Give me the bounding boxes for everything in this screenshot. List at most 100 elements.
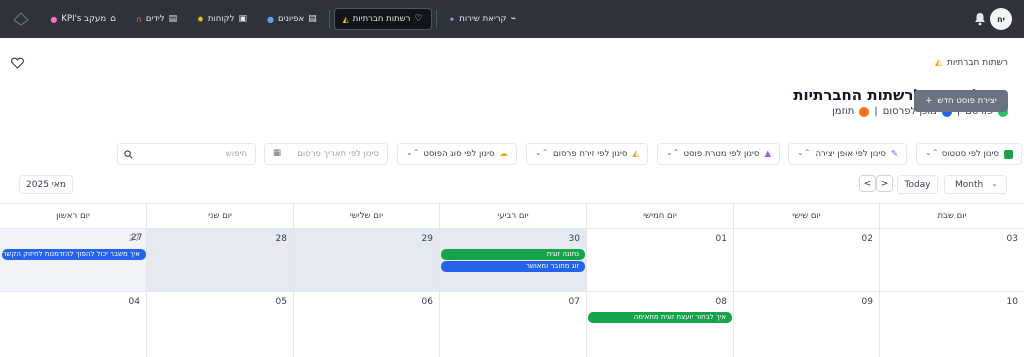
filter-creation-label: סינון לפי אופן יצירה [815, 149, 886, 159]
day-number: 28 [275, 234, 287, 244]
nav-item-label: קריאת שירות [459, 14, 507, 24]
day-cell[interactable]: 04 [0, 291, 147, 357]
scheduled-status-dot [859, 106, 870, 117]
nav-item-service-call[interactable]: ⌁ קריאת שירות ✦ [441, 8, 524, 30]
weekday-header: יום ראשון [0, 204, 147, 228]
chevron-updown-icon: ⌃⌄ [666, 148, 680, 157]
day-cell[interactable]: 03 [880, 228, 1024, 291]
weekday-header: יום שבת [937, 211, 967, 221]
day-cell[interactable]: 09 [734, 291, 880, 357]
search-input[interactable]: חיפוש [117, 143, 256, 165]
day-cell[interactable]: 01 [587, 228, 734, 291]
chevron-updown-icon: ⌃⌄ [797, 148, 811, 157]
document-icon: ▤ [168, 14, 178, 24]
chevron-updown-icon: ⌃⌄ [535, 148, 549, 157]
day-number: 29 [421, 234, 433, 244]
filter-status[interactable]: סינון לפי סטטוס ⌃⌄ [916, 143, 1022, 165]
plus-icon: + [925, 96, 933, 106]
nav-item-social-networks[interactable]: ♡ רשתות חברתיות ◭ [333, 8, 432, 30]
clipboard-icon: ▣ [238, 14, 247, 24]
activity-icon: ⌁ [510, 14, 516, 24]
logo-icon [13, 12, 29, 26]
day-number: 08 [715, 297, 727, 307]
breadcrumb: רשתות חברתיות ◭ [935, 58, 1008, 68]
headphones-icon: ∩ [135, 14, 142, 24]
day-cell[interactable]: 29 [294, 228, 440, 291]
date-filter-placeholder: סינון לפי תאריך פרסום [297, 149, 379, 159]
heart-icon: ♡ [414, 14, 423, 24]
weekday-header: יום חמישי [587, 204, 734, 228]
day-number: 07 [568, 297, 580, 307]
day-cell[interactable]: 08 [587, 291, 734, 357]
pen-icon: ✎ [890, 149, 898, 159]
nav-item-kpi[interactable]: ⌂ מעקב KPI's ● [42, 8, 123, 30]
megaphone-icon: ◭ [342, 14, 349, 24]
shapes-icon: ▲ [764, 149, 771, 159]
heart-icon[interactable] [11, 57, 24, 69]
today-button[interactable]: Today [897, 175, 938, 194]
day-number: 05 [275, 297, 287, 307]
bell-icon[interactable] [974, 12, 986, 26]
filter-type-label: סינון לפי סוג הפוסט [423, 149, 495, 159]
date-filter-input[interactable]: סינון לפי תאריך פרסום ▦ [264, 143, 388, 165]
view-select-value: Month [955, 179, 984, 190]
sun-icon: ✹ [197, 14, 204, 24]
day-cell[interactable]: 10 [880, 291, 1024, 357]
nav-item-label: לקוחות [207, 14, 235, 24]
view-select[interactable]: Month ⌄ [944, 175, 1007, 194]
day-cell[interactable]: 07 [440, 291, 587, 357]
nav-item-leads[interactable]: ▤ לידים ∩ [128, 8, 185, 30]
filter-goal-label: סינון לפי מטרת פוסט [683, 149, 760, 159]
day-number: 27 [131, 233, 143, 243]
nav-item-label: לידים [145, 14, 165, 24]
chevron-down-icon: ⌄ [991, 179, 998, 188]
chevron-updown-icon: ⌃⌄ [925, 148, 939, 157]
chevron-updown-icon: ⌃⌄ [406, 148, 420, 157]
day-cell[interactable]: 05 [147, 291, 294, 357]
home-icon: ⌂ [110, 14, 116, 24]
filter-type[interactable]: ☁ סינון לפי סוג הפוסט ⌃⌄ [397, 143, 517, 165]
calendar-event[interactable]: איך לבחור יועצת זוגית מתאימה [588, 312, 732, 323]
calendar-event[interactable]: איך משבר יכול להפוך להזדמנות לחיזוק הקשר [2, 249, 146, 260]
filter-status-label: סינון לפי סטטוס [941, 149, 999, 159]
next-month-button[interactable]: > [876, 175, 893, 192]
megaphone-icon: ◭ [935, 58, 942, 68]
nav-item-label: רשתות חברתיות [352, 14, 411, 24]
chart-icon: ● [50, 14, 58, 24]
calendar-icon: ▦ [273, 148, 282, 158]
weekday-header: יום שלישי [294, 204, 440, 228]
filter-platform[interactable]: ◭ סינון לפי זירת פרסום ⌃⌄ [526, 143, 648, 165]
megaphone-icon: ◭ [632, 149, 639, 159]
calendar-event[interactable]: נתונה זוגית [441, 249, 585, 260]
calendar-grid: יום ראשון יום שני יום שלישי יום רביעי יו… [0, 203, 1024, 357]
current-month-label: מאי 2025 [19, 175, 73, 194]
weekday-header: יום רביעי [440, 204, 587, 228]
create-post-button[interactable]: יצירת פוסט חדש + [914, 90, 1008, 112]
search-placeholder: חיפוש [225, 149, 247, 159]
prev-month-button[interactable]: < [859, 175, 876, 192]
day-number: 06 [421, 297, 433, 307]
user-avatar[interactable]: יח [990, 8, 1012, 30]
day-number: 09 [861, 297, 873, 307]
day-cell[interactable]: 28 [147, 228, 294, 291]
filter-creation[interactable]: ✎ סינון לפי אופן יצירה ⌃⌄ [788, 143, 907, 165]
nav-item-specs[interactable]: ▤ אפיונים ● [259, 8, 325, 30]
day-number: 10 [1006, 297, 1018, 307]
day-number: 04 [128, 297, 140, 307]
day-cell[interactable]: 06 [294, 291, 440, 357]
nav-separator [328, 10, 330, 28]
document-icon: ▤ [308, 14, 317, 24]
nav-item-clients[interactable]: ▣ לקוחות ✹ [189, 8, 255, 30]
calendar-event[interactable]: זוג מחובר ומאושר [441, 261, 585, 272]
filter-goal[interactable]: ▲ סינון לפי מטרת פוסט ⌃⌄ [657, 143, 780, 165]
nav-item-label: מעקב KPI's [61, 14, 107, 24]
nav-item-label: אפיונים [277, 14, 305, 24]
day-cell[interactable]: 02 [734, 228, 880, 291]
day-number: 02 [861, 234, 873, 244]
legend-separator: | [874, 106, 878, 117]
breadcrumb-label[interactable]: רשתות חברתיות [947, 58, 1008, 68]
nav-separator [435, 10, 437, 28]
checkbox-icon [1004, 149, 1013, 159]
magnifier-icon: ● [266, 14, 274, 24]
filter-platform-label: סינון לפי זירת פרסום [553, 149, 628, 159]
